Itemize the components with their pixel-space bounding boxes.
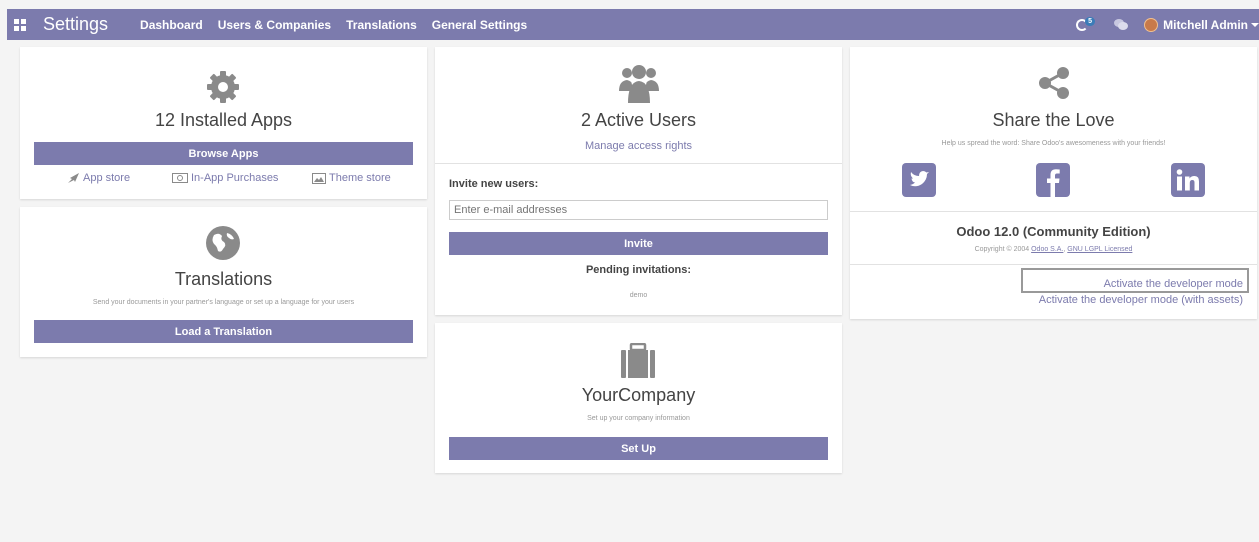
app-store-link[interactable]: App store xyxy=(68,172,130,184)
invite-button[interactable]: Invite xyxy=(449,232,828,255)
menu-translations[interactable]: Translations xyxy=(346,18,417,32)
share-card-divider-2 xyxy=(850,264,1257,265)
copyright-line: Copyright © 2004 Odoo S.A., GNU LGPL Lic… xyxy=(974,246,1133,253)
user-avatar[interactable] xyxy=(1144,17,1159,32)
users-card-divider xyxy=(435,163,842,164)
users-icon xyxy=(619,65,659,103)
company-card: YourCompany Set up your company informat… xyxy=(435,323,842,473)
installed-apps-title: 12 Installed Apps xyxy=(154,110,293,130)
pending-invitations-label: Pending invitations: xyxy=(585,264,692,276)
copyright-prefix: Copyright © 2004 xyxy=(974,246,1030,253)
share-title: Share the Love xyxy=(992,110,1115,130)
rocket-icon xyxy=(68,173,79,183)
invite-email-input[interactable] xyxy=(449,200,828,220)
apps-menu-icon[interactable] xyxy=(14,18,26,31)
activate-developer-mode-link[interactable]: Activate the developer mode xyxy=(1104,278,1243,290)
theme-store-link[interactable]: Theme store xyxy=(312,172,391,184)
gear-icon xyxy=(207,71,239,103)
company-subtitle: Set up your company information xyxy=(587,415,690,422)
app-store-label: App store xyxy=(83,172,131,184)
set-up-company-button[interactable]: Set Up xyxy=(449,437,828,460)
in-app-purchases-label: In-App Purchases xyxy=(191,172,279,184)
globe-icon xyxy=(206,226,240,260)
menu-dashboard[interactable]: Dashboard xyxy=(140,18,203,32)
activate-developer-mode-assets-link[interactable]: Activate the developer mode (with assets… xyxy=(1039,294,1243,306)
active-users-title: 2 Active Users xyxy=(580,110,697,130)
top-navbar: Settings Dashboard Users & Companies Tra… xyxy=(7,9,1259,40)
browse-apps-button[interactable]: Browse Apps xyxy=(34,142,413,165)
facebook-icon[interactable] xyxy=(1036,163,1070,197)
chat-icon[interactable] xyxy=(1114,19,1129,30)
pending-invitation-item[interactable]: demo xyxy=(435,292,842,299)
menu-general-settings[interactable]: General Settings xyxy=(432,18,527,32)
share-icon xyxy=(1039,67,1069,99)
picture-icon xyxy=(312,172,326,184)
load-translation-button[interactable]: Load a Translation xyxy=(34,320,413,343)
installed-apps-card: 12 Installed Apps Browse Apps App store … xyxy=(20,47,427,199)
license-link[interactable]: GNU LGPL Licensed xyxy=(1067,246,1132,253)
activity-count-badge: 5 xyxy=(1085,16,1096,26)
menu-users-companies[interactable]: Users & Companies xyxy=(218,18,331,32)
user-menu-caret-icon[interactable] xyxy=(1251,22,1259,27)
odoo-sa-link[interactable]: Odoo S.A. xyxy=(1031,246,1063,253)
invite-label: Invite new users: xyxy=(449,178,539,190)
translations-card: Translations Send your documents in your… xyxy=(20,207,427,357)
briefcase-icon xyxy=(621,343,655,378)
share-card-divider-1 xyxy=(850,211,1257,212)
manage-access-rights-link[interactable]: Manage access rights xyxy=(435,140,842,152)
translations-subtitle: Send your documents in your partner's la… xyxy=(92,299,355,306)
odoo-version-title: Odoo 12.0 (Community Edition) xyxy=(956,224,1151,239)
share-subtitle: Help us spread the word: Share Odoo's aw… xyxy=(941,140,1166,147)
company-title: YourCompany xyxy=(581,385,696,405)
app-title: Settings xyxy=(43,14,109,34)
activity-icon[interactable]: 5 xyxy=(1076,16,1098,33)
share-card: Share the Love Help us spread the word: … xyxy=(850,47,1257,319)
theme-store-label: Theme store xyxy=(329,172,391,184)
money-icon xyxy=(172,173,188,183)
linkedin-icon[interactable] xyxy=(1171,163,1205,197)
user-name[interactable]: Mitchell Admin xyxy=(1163,18,1248,32)
translations-title: Translations xyxy=(174,269,273,289)
active-users-card: 2 Active Users Manage access rights Invi… xyxy=(435,47,842,315)
twitter-icon[interactable] xyxy=(902,163,936,197)
in-app-purchases-link[interactable]: In-App Purchases xyxy=(172,172,278,184)
